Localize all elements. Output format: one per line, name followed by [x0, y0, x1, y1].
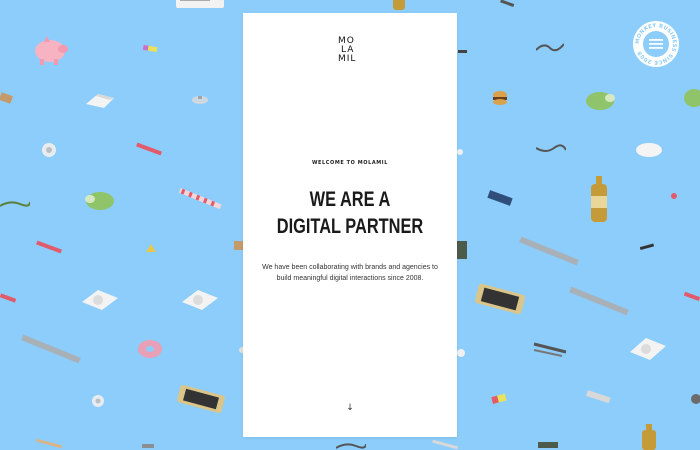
molamil-logo[interactable]: MO LA MIL: [338, 37, 362, 64]
donut-image: [138, 340, 162, 358]
metal-ruler-image: [519, 236, 579, 266]
hamburger-menu-icon: [649, 39, 663, 49]
pencil-image: [36, 240, 62, 254]
battery-image: [538, 442, 558, 448]
pencil-image: [432, 440, 459, 450]
cable-image: [336, 443, 366, 449]
wood-block-image: [0, 92, 14, 104]
tape-dispenser-image: [182, 290, 218, 310]
clip-image: [142, 444, 154, 448]
headline-line-1: WE ARE A: [309, 188, 391, 211]
usb-drive-image: [586, 390, 611, 404]
tape-dispenser-image: [82, 290, 118, 310]
pin-image: [457, 349, 465, 357]
pencil-image: [0, 293, 17, 303]
headline-line-2: DIGITAL PARTNER: [276, 215, 424, 238]
sharpener-image: [42, 143, 56, 157]
toy-image: [146, 244, 156, 252]
pen-image: [640, 243, 655, 251]
scroll-down-arrow-icon[interactable]: ↓: [243, 403, 457, 413]
burger-toy-image: [493, 91, 507, 105]
description-line-1: We have been collaborating with brands a…: [262, 264, 438, 271]
toy-image: [684, 89, 700, 107]
toy-rhino-image: [586, 92, 615, 110]
metal-ruler-image: [21, 334, 81, 364]
sharpener-image: [92, 395, 104, 407]
badge-graphic: MONKEY BUSINESS SINCE 2008: [633, 21, 679, 67]
toy-image: [691, 394, 700, 404]
toy-image: [192, 96, 208, 104]
bottle-image: [591, 176, 607, 222]
pencil-image: [36, 438, 63, 449]
smartphone-image: [474, 283, 526, 315]
bottle-image: [393, 0, 405, 10]
pen-image: [458, 50, 467, 53]
binder-clip-image: [86, 94, 114, 108]
battery-image: [487, 190, 513, 206]
intro-card: MO LA MIL WELCOME TO MOLAMIL WE ARE A DI…: [243, 13, 457, 437]
menu-badge[interactable]: MONKEY BUSINESS SINCE 2008: [632, 20, 680, 68]
pin-image: [457, 149, 463, 155]
tape-dispenser-image: [630, 338, 666, 360]
smartphone-image: [177, 385, 225, 413]
cable-image: [536, 144, 566, 152]
toy-rhino-image: [85, 192, 114, 210]
metal-ruler-image: [569, 286, 629, 316]
hero-description: We have been collaborating with brands a…: [261, 262, 439, 284]
bottle-image: [642, 424, 656, 450]
description-line-2: build meaningful digital interactions si…: [276, 275, 424, 282]
pencil-image: [136, 142, 162, 156]
cable-image: [536, 43, 564, 52]
pencil-image: [683, 291, 700, 301]
usb-cable-image: [533, 342, 567, 357]
piggy-bank-image: [35, 36, 68, 65]
cable-image: [0, 201, 30, 207]
device-image: [176, 0, 224, 8]
logo-line-3: MIL: [338, 54, 357, 64]
pin-image: [671, 193, 677, 199]
pen-image: [500, 0, 515, 7]
welcome-eyebrow: WELCOME TO MOLAMIL: [312, 160, 388, 166]
eraser-image: [491, 393, 507, 404]
eraser-image: [142, 44, 158, 53]
lunchbox-image: [457, 241, 467, 259]
hero-headline: WE ARE A DIGITAL PARTNER: [267, 186, 434, 240]
ruler-image: [178, 187, 222, 210]
mouse-image: [636, 143, 662, 157]
